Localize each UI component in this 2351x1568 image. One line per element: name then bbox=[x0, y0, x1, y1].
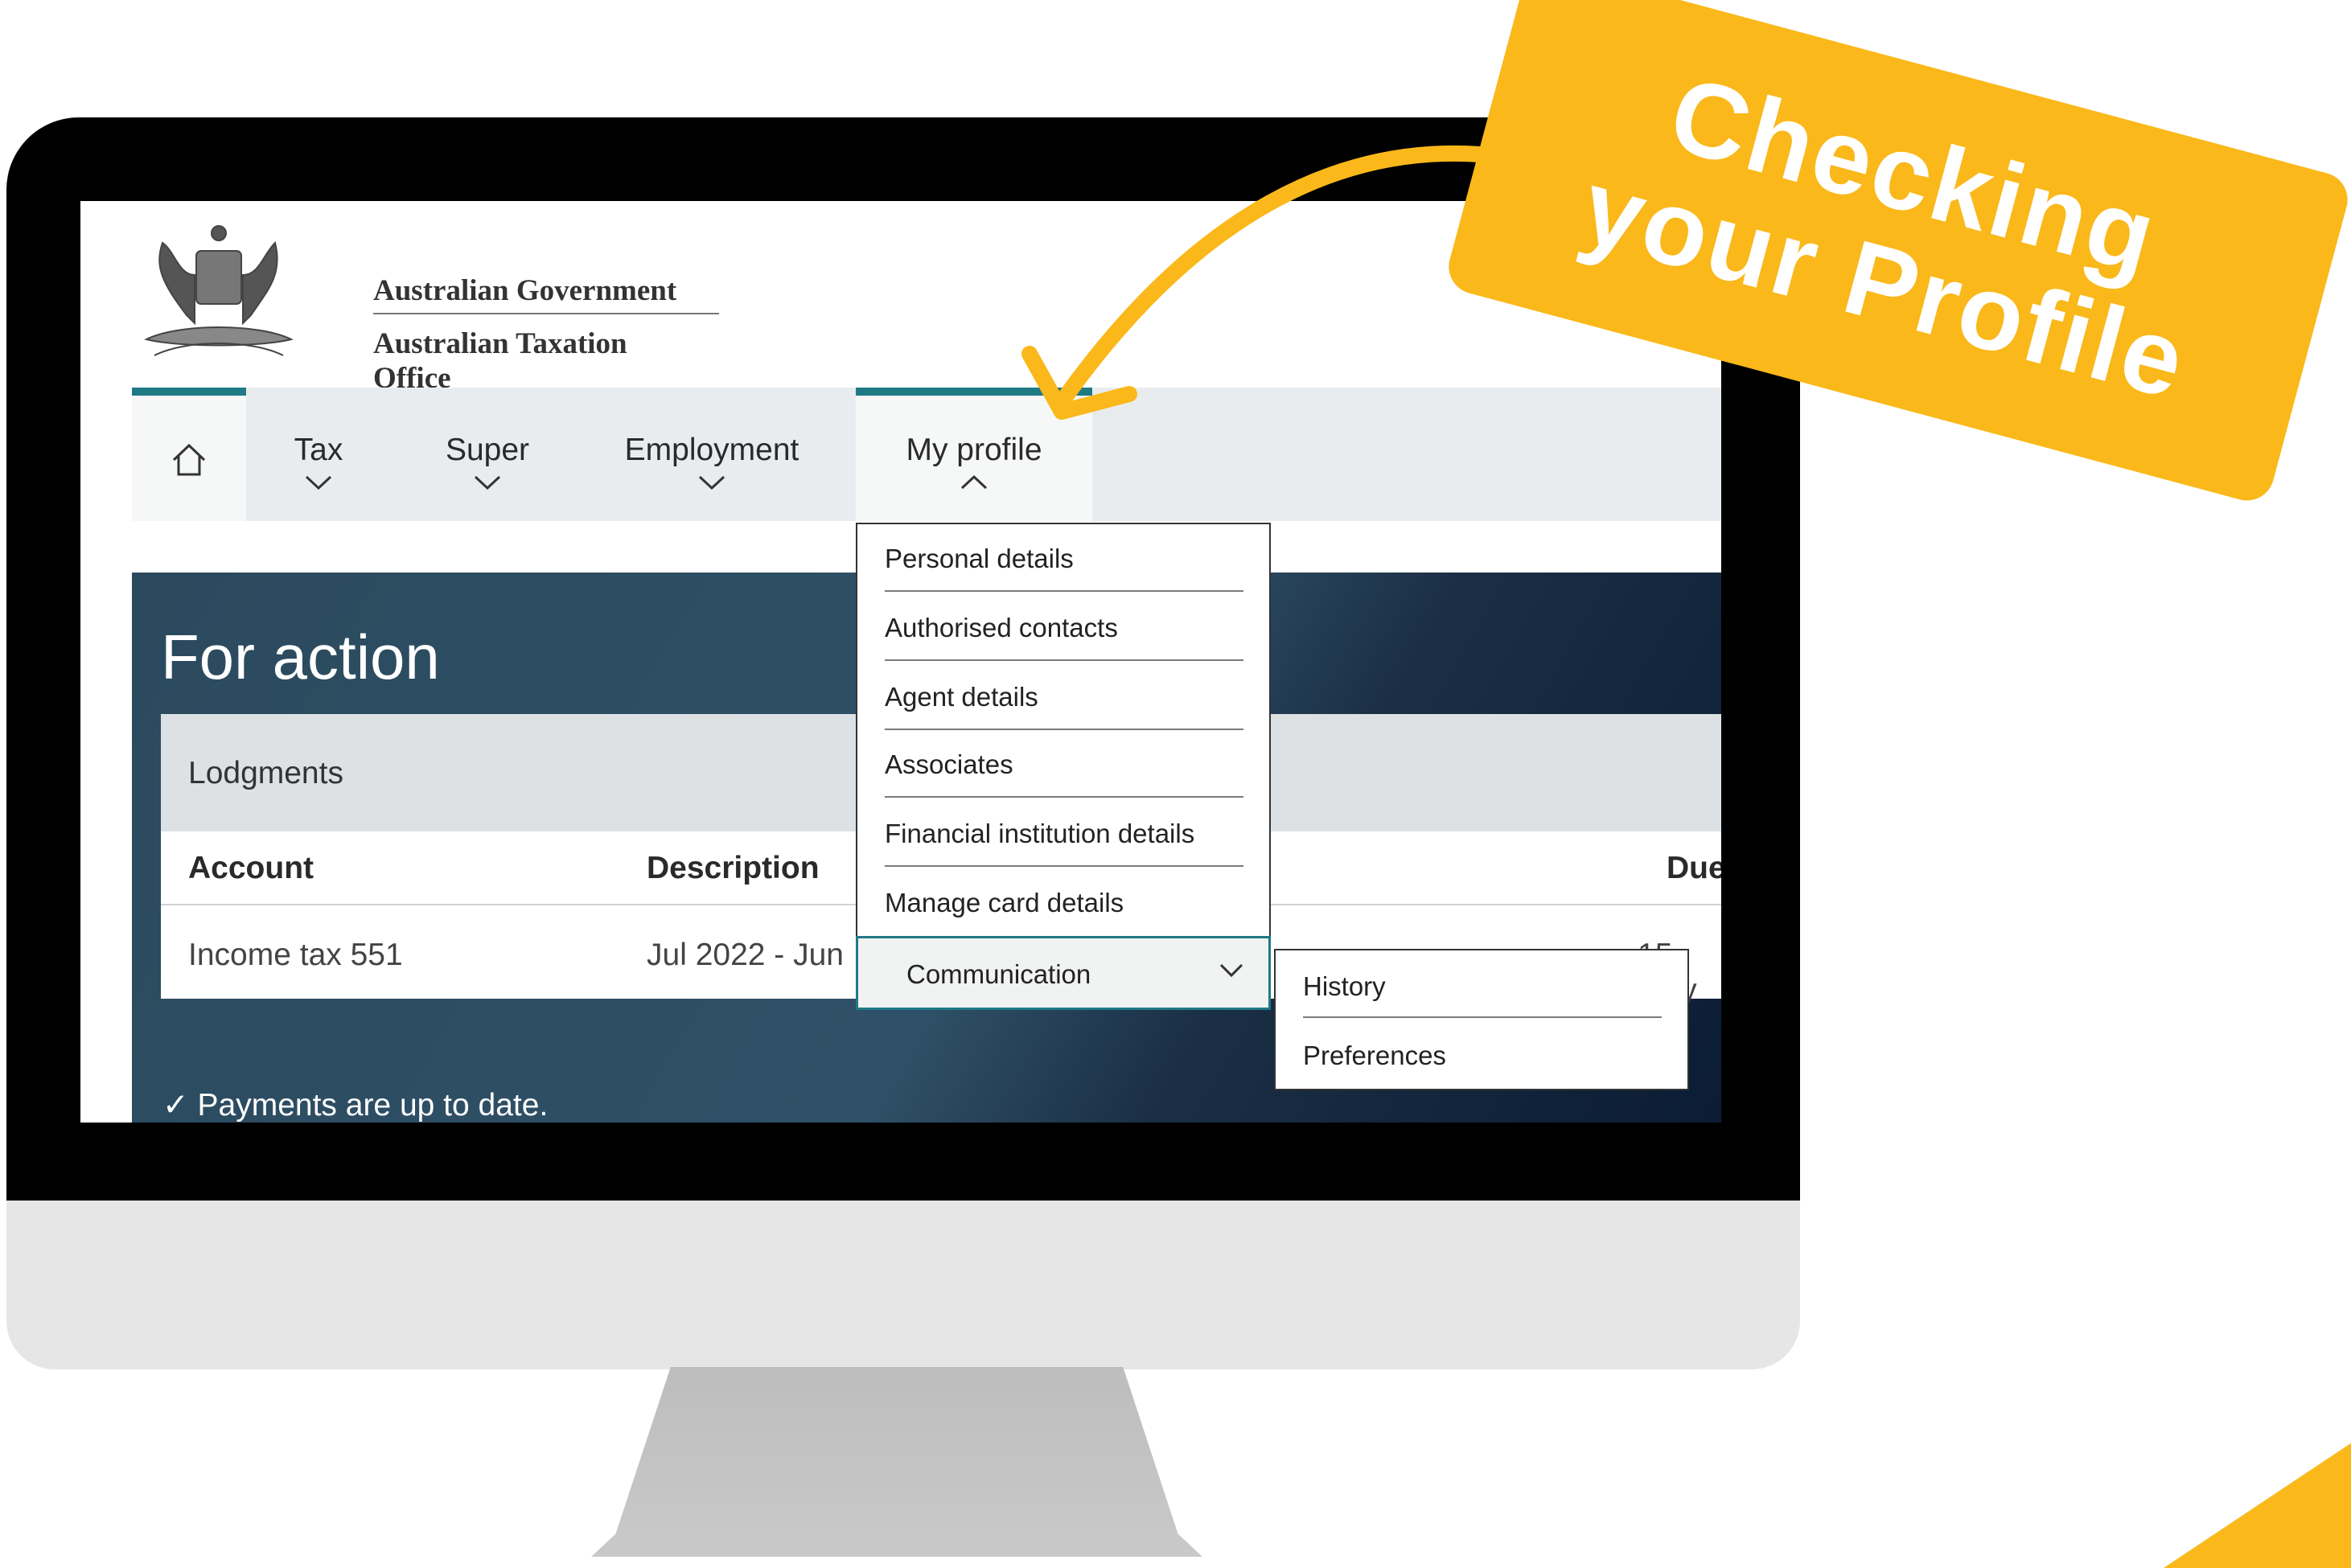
cell-description: Jul 2022 - Jun bbox=[647, 938, 844, 972]
nav-super[interactable]: Super bbox=[433, 388, 542, 521]
coat-of-arms-icon bbox=[144, 225, 294, 356]
ato-logo[interactable]: Australian Government Australian Taxatio… bbox=[130, 219, 719, 395]
submenu-item-label: Preferences bbox=[1303, 1041, 1446, 1070]
corner-decoration bbox=[2164, 1439, 2351, 1568]
submenu-item-label: History bbox=[1303, 971, 1386, 1001]
menu-item-label: Communication bbox=[906, 959, 1091, 989]
cell-account[interactable]: Income tax 551 bbox=[188, 938, 403, 973]
check-icon: ✓ bbox=[162, 1088, 198, 1123]
menu-item-label: Manage card details bbox=[885, 888, 1124, 917]
chevron-up-icon bbox=[960, 474, 988, 490]
nav-tax-label: Tax bbox=[294, 433, 343, 467]
government-name: Australian Government bbox=[373, 273, 719, 314]
home-icon bbox=[172, 443, 206, 476]
communication-submenu: History Preferences bbox=[1274, 949, 1689, 1090]
nav-employment-label: Employment bbox=[624, 433, 799, 467]
column-header-due: Due bbox=[1667, 851, 1721, 885]
chevron-down-icon bbox=[305, 475, 332, 491]
chevron-down-icon bbox=[1219, 963, 1243, 978]
submenu-item-history[interactable]: History bbox=[1303, 950, 1662, 1018]
agency-name: Australian Taxation Office bbox=[373, 327, 627, 395]
menu-item-manage-card-details[interactable]: Manage card details bbox=[885, 868, 1243, 936]
menu-item-agent-details[interactable]: Agent details bbox=[885, 663, 1243, 730]
nav-super-label: Super bbox=[445, 433, 530, 467]
menu-item-label: Personal details bbox=[885, 544, 1074, 573]
column-header-description: Description bbox=[647, 851, 820, 885]
menu-item-communication[interactable]: Communication bbox=[856, 936, 1271, 1010]
menu-item-label: Authorised contacts bbox=[885, 613, 1118, 642]
nav-tax[interactable]: Tax bbox=[275, 388, 362, 521]
chevron-down-icon bbox=[698, 475, 725, 491]
menu-item-label: Associates bbox=[885, 749, 1013, 779]
payments-status: ✓ Payments are up to date. bbox=[162, 1087, 548, 1123]
panel-title: For action bbox=[161, 622, 440, 692]
monitor-stand bbox=[591, 1367, 1202, 1557]
payments-status-text: Payments are up to date. bbox=[197, 1088, 549, 1123]
my-profile-dropdown: Personal details Authorised contacts Age… bbox=[856, 523, 1271, 1010]
nav-home[interactable] bbox=[132, 388, 246, 521]
menu-item-label: Financial institution details bbox=[885, 819, 1195, 848]
nav-employment[interactable]: Employment bbox=[611, 388, 812, 521]
menu-item-financial-institution-details[interactable]: Financial institution details bbox=[885, 799, 1243, 867]
submenu-item-preferences[interactable]: Preferences bbox=[1303, 1020, 1662, 1087]
menu-item-label: Agent details bbox=[885, 682, 1038, 712]
monitor-chin bbox=[6, 1201, 1800, 1369]
menu-item-authorised-contacts[interactable]: Authorised contacts bbox=[885, 593, 1243, 661]
lodgments-title: Lodgments bbox=[188, 756, 343, 790]
column-header-account: Account bbox=[188, 851, 314, 885]
menu-item-associates[interactable]: Associates bbox=[885, 730, 1243, 798]
menu-item-personal-details[interactable]: Personal details bbox=[885, 524, 1243, 592]
chevron-down-icon bbox=[474, 475, 501, 491]
